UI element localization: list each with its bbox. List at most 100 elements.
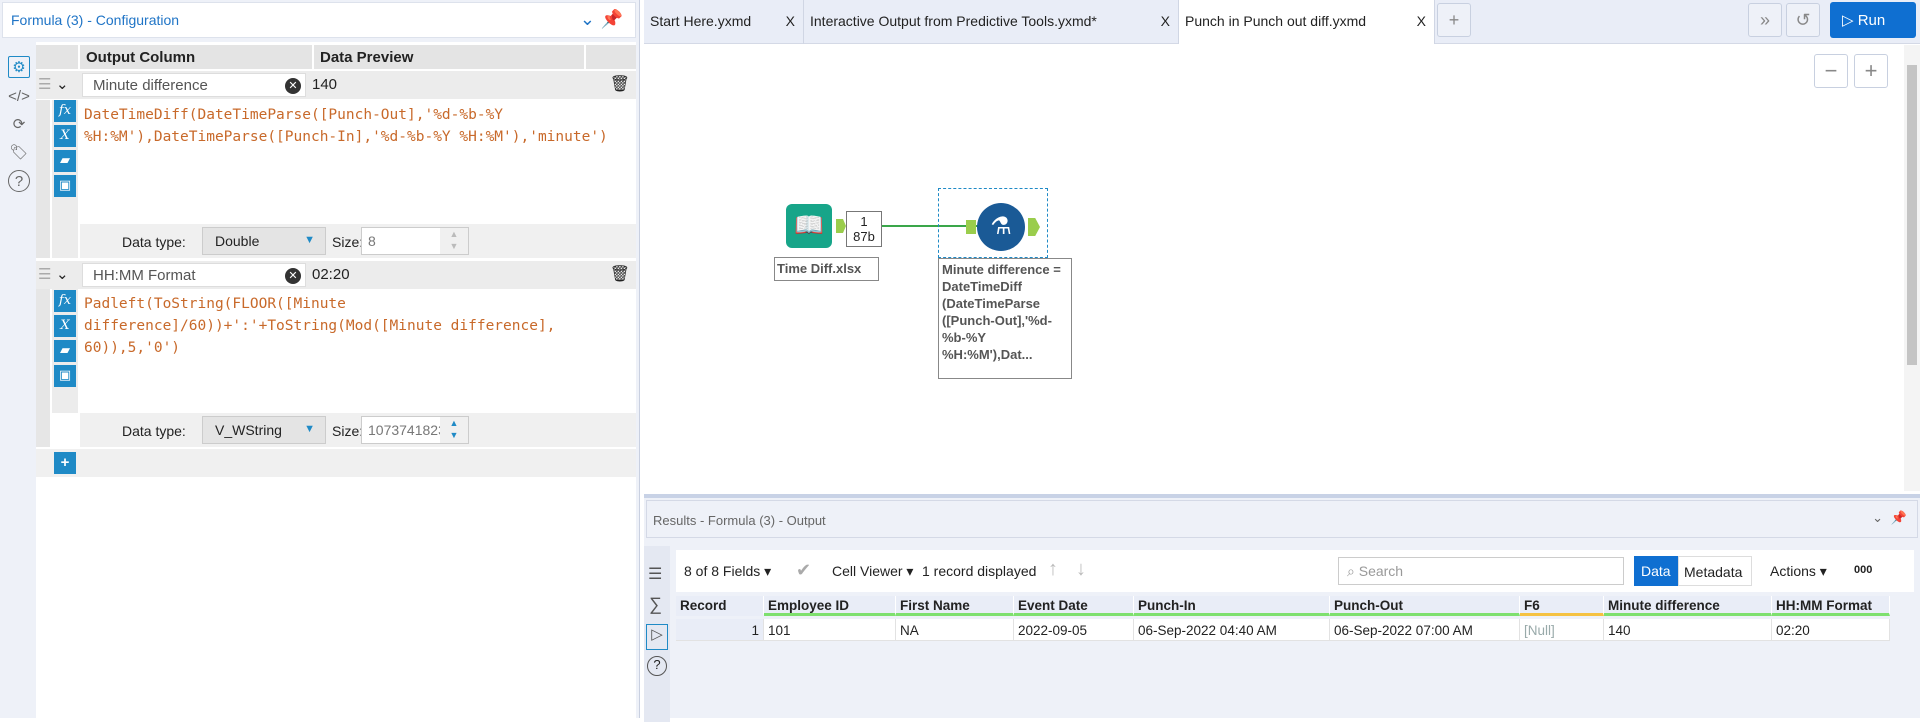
pin-icon[interactable]: 📌 [1891, 510, 1907, 526]
gear-icon[interactable]: ⚙ [8, 56, 30, 78]
fields-dropdown[interactable]: 8 of 8 Fields ▾ [684, 563, 771, 580]
save-icon[interactable]: ▣ [54, 175, 76, 197]
data-type-label: Data type: [122, 234, 186, 250]
open-folder-icon[interactable]: ▰ [54, 340, 76, 362]
collapse-chevron-icon[interactable]: ⌄ [56, 75, 69, 93]
chevron-down-icon[interactable]: ⌄ [580, 9, 595, 30]
pin-icon[interactable]: 📌 [601, 9, 623, 30]
chevron-down-icon[interactable]: ⌄ [1872, 510, 1883, 526]
configuration-panel: Formula (3) - Configuration ⌄ 📌 ⚙ </> ⟳ … [0, 0, 640, 718]
output-column-input[interactable]: Minute difference ✕ [82, 73, 306, 97]
formula-tool-icon[interactable]: ⚗ [977, 203, 1025, 251]
run-button[interactable]: ▷ Run [1830, 2, 1916, 38]
zoom-in-button[interactable]: + [1854, 54, 1888, 88]
size-spinner[interactable]: ▲ ▼ [440, 228, 468, 254]
check-icon[interactable]: ✔ [796, 560, 811, 581]
add-formula-button[interactable]: + [54, 452, 76, 474]
variable-icon[interactable]: X [54, 125, 76, 147]
output-anchor[interactable] [836, 219, 846, 233]
data-tab-button[interactable]: Data [1634, 556, 1678, 586]
size-label: Size: [332, 423, 364, 439]
tab-start-here[interactable]: Start Here.yxmd X [644, 0, 804, 44]
size-input[interactable]: 8 ▲ ▼ [361, 227, 469, 255]
clear-icon[interactable]: ✕ [285, 78, 301, 94]
column-header[interactable]: First Name [896, 596, 1014, 616]
actions-dropdown[interactable]: Actions ▾ [1770, 563, 1827, 580]
results-toolbar: 8 of 8 Fields ▾ ✔ Cell Viewer ▾ 1 record… [676, 550, 1914, 592]
data-preview-value: 140 [312, 76, 338, 93]
config-side-strip: ⚙ </> ⟳ 🏷 ? [0, 42, 36, 718]
metadata-tab-button[interactable]: Metadata [1678, 556, 1752, 586]
history-icon[interactable]: ↺ [1786, 3, 1820, 37]
table-cell[interactable]: 2022-09-05 [1014, 619, 1134, 641]
collapse-chevron-icon[interactable]: ⌄ [56, 265, 69, 283]
scrollbar-thumb[interactable] [1907, 65, 1917, 365]
tab-punch-diff[interactable]: Punch in Punch out diff.yxmd X [1179, 0, 1435, 44]
function-icon[interactable]: fx [54, 290, 76, 312]
table-view-icon[interactable]: ☰ [648, 564, 662, 584]
help-icon[interactable]: ? [647, 656, 667, 676]
output-column-input[interactable]: HH:MM Format ✕ [82, 263, 306, 287]
column-header[interactable]: F6 [1520, 596, 1604, 616]
results-header: Results - Formula (3) - Output ⌄ 📌 [646, 500, 1918, 538]
header-gutter [36, 45, 78, 69]
tab-interactive-output[interactable]: Interactive Output from Predictive Tools… [804, 0, 1179, 44]
table-cell[interactable]: 101 [764, 619, 896, 641]
size-input[interactable]: 1073741823 ▲ ▼ [361, 416, 469, 444]
function-icon[interactable]: fx [54, 100, 76, 122]
column-header[interactable]: Punch-In [1134, 596, 1330, 616]
delete-icon[interactable]: 🗑 [610, 264, 630, 284]
tag-icon[interactable]: 🏷 [8, 142, 30, 164]
more-options-icon[interactable]: 000 [1854, 564, 1872, 576]
config-header: Formula (3) - Configuration ⌄ 📌 [2, 2, 636, 38]
table-cell[interactable]: 06-Sep-2022 04:40 AM [1134, 619, 1330, 641]
table-cell[interactable]: NA [896, 619, 1014, 641]
cell-viewer-dropdown[interactable]: Cell Viewer ▾ [832, 563, 913, 580]
data-type-select[interactable]: V_WString [202, 416, 326, 444]
arrow-up-icon[interactable]: ↑ [1048, 558, 1058, 581]
drag-handle-icon[interactable]: ☰ [38, 265, 51, 283]
column-header[interactable]: Record [676, 596, 764, 616]
summary-icon[interactable]: ∑ [649, 594, 662, 615]
open-folder-icon[interactable]: ▰ [54, 150, 76, 172]
column-header[interactable]: Minute difference [1604, 596, 1772, 616]
workflow-canvas[interactable]: − + 📖 1 87b Time Diff.xlsx ⚗ Minute diffe… [644, 45, 1920, 491]
table-cell[interactable]: 02:20 [1772, 619, 1890, 641]
column-header[interactable]: Event Date [1014, 596, 1134, 616]
expression-editor[interactable]: DateTimeDiff(DateTimeParse([Punch-Out],'… [80, 100, 636, 224]
column-header[interactable]: HH:MM Format [1772, 596, 1890, 616]
help-icon[interactable]: ? [8, 170, 30, 192]
overflow-icon[interactable]: » [1748, 3, 1782, 37]
header-data-preview: Data Preview [314, 45, 584, 69]
clear-icon[interactable]: ✕ [285, 268, 301, 284]
data-preview-value: 02:20 [312, 266, 350, 283]
column-header[interactable]: Employee ID [764, 596, 896, 616]
formula-row: ☰ ⌄ HH:MM Format ✕ 02:20 🗑 [36, 261, 636, 289]
table-cell[interactable]: 06-Sep-2022 07:00 AM [1330, 619, 1520, 641]
tab-label: Interactive Output from Predictive Tools… [810, 13, 1097, 29]
new-tab-button[interactable]: + [1437, 3, 1471, 37]
variable-icon[interactable]: X [54, 315, 76, 337]
table-cell[interactable]: [Null] [1520, 619, 1604, 641]
table-cell[interactable]: 140 [1604, 619, 1772, 641]
search-input[interactable]: ⌕ Search [1338, 557, 1624, 585]
input-anchor[interactable] [966, 220, 976, 234]
size-spinner[interactable]: ▲ ▼ [440, 417, 468, 443]
connection-icon[interactable]: ⟳ [8, 114, 30, 136]
input-data-tool-icon[interactable]: 📖 [786, 204, 832, 248]
code-icon[interactable]: </> [8, 86, 30, 108]
close-icon[interactable]: X [1161, 13, 1170, 29]
expression-editor[interactable]: Padleft(ToString(FLOOR([Minute differenc… [80, 289, 636, 413]
table-cell[interactable]: 1 [676, 619, 764, 641]
tag-icon[interactable]: ▷ [646, 624, 668, 650]
drag-handle-icon[interactable]: ☰ [38, 75, 51, 93]
column-header[interactable]: Punch-Out [1330, 596, 1520, 616]
canvas-scrollbar[interactable] [1904, 45, 1920, 491]
close-icon[interactable]: X [786, 13, 795, 29]
zoom-out-button[interactable]: − [1814, 54, 1848, 88]
delete-icon[interactable]: 🗑 [610, 74, 630, 94]
data-type-select[interactable]: Double [202, 227, 326, 255]
save-icon[interactable]: ▣ [54, 365, 76, 387]
close-icon[interactable]: X [1417, 13, 1426, 29]
arrow-down-icon[interactable]: ↓ [1076, 558, 1086, 581]
